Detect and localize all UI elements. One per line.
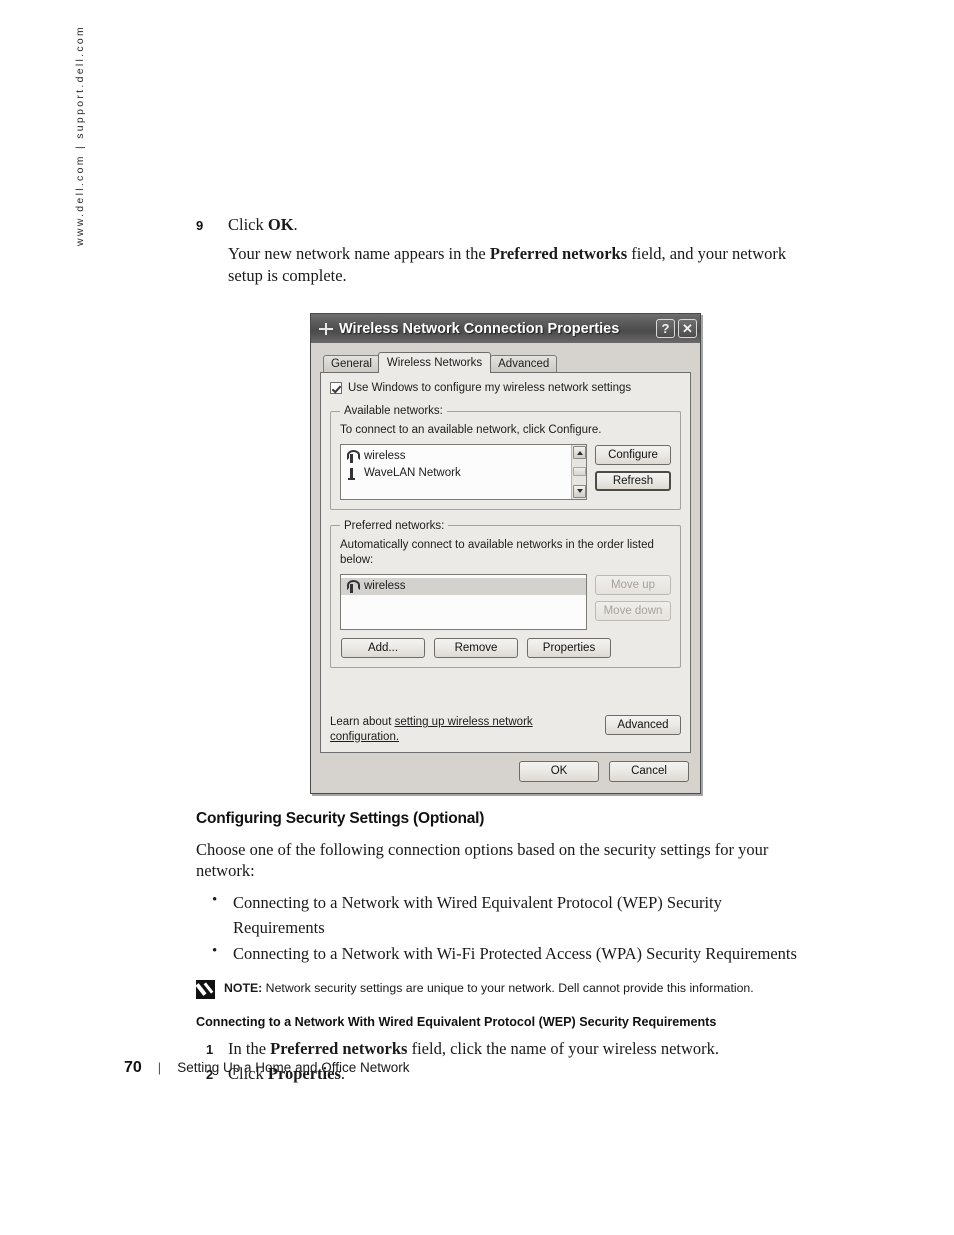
paragraph-bold-term: Preferred networks [489, 244, 628, 264]
preferred-networks-description: Automatically connect to available netwo… [340, 538, 654, 566]
add-button[interactable]: Add... [341, 637, 425, 658]
page-title: Configuring Security Settings (Optional) [196, 810, 485, 827]
learn-more-text: Learn about setting up wireless network … [330, 715, 565, 744]
page-number: 70 [124, 1059, 142, 1076]
available-network-name: wireless [364, 450, 406, 463]
page-footer: 70 | Setting Up a Home and Office Networ… [124, 1059, 410, 1077]
available-networks-listbox[interactable]: wireless WaveLAN Network [340, 443, 587, 500]
tab-strip: General Wireless Networks Advanced [320, 351, 691, 373]
tab-wireless-networks[interactable]: Wireless Networks [377, 352, 492, 373]
available-networks-legend: Available networks: [344, 405, 443, 417]
adhoc-network-icon [346, 467, 357, 480]
step-9-row: 9 Click OK. [196, 214, 804, 235]
close-icon[interactable]: ✕ [678, 319, 697, 338]
help-icon[interactable]: ? [656, 319, 675, 338]
top-steps-block: 9 Click OK. Your new network name appear… [196, 214, 804, 286]
access-point-icon [346, 449, 360, 463]
tab-general[interactable]: General [323, 355, 380, 372]
list-item: Connecting to a Network with Wired Equiv… [196, 889, 804, 941]
learn-more-prefix: Learn about [330, 716, 395, 729]
move-up-button[interactable]: Move up [595, 574, 671, 595]
access-point-icon [346, 579, 360, 593]
properties-button[interactable]: Properties [527, 637, 611, 658]
dialog-titlebar[interactable]: Wireless Network Connection Properties ?… [311, 314, 700, 343]
preferred-networks-listbox[interactable]: wireless [340, 573, 587, 630]
scrollbar-thumb[interactable] [572, 467, 586, 477]
preferred-network-name: wireless [364, 580, 406, 593]
available-networks-scrollbar[interactable] [571, 444, 586, 499]
footer-chapter-title: Setting Up a Home and Office Network [177, 1060, 410, 1075]
step-9-paragraph: Your new network name appears in the Pre… [228, 243, 800, 286]
use-windows-checkbox[interactable] [330, 382, 342, 394]
wep-step-1-row: 1 In the Preferred networks field, click… [196, 1038, 804, 1059]
scroll-down-icon[interactable] [572, 484, 586, 498]
section-intro: Choose one of the following connection o… [196, 840, 769, 881]
preferred-networks-items: wireless [341, 575, 586, 629]
note-text: NOTE: Network security settings are uniq… [224, 979, 754, 997]
available-networks-description: To connect to an available network, clic… [340, 424, 602, 436]
preferred-networks-side-buttons: Move up Move down [595, 574, 671, 621]
move-down-button[interactable]: Move down [595, 600, 671, 621]
note-label: NOTE: [224, 980, 263, 995]
cancel-button[interactable]: Cancel [609, 760, 689, 782]
refresh-button[interactable]: Refresh [595, 470, 671, 491]
use-windows-checkbox-label: Use Windows to configure my wireless net… [348, 382, 632, 394]
dialog-title: Wireless Network Connection Properties [339, 320, 620, 337]
note-pencil-icon [196, 979, 215, 999]
list-item[interactable]: wireless [341, 577, 586, 595]
wep-step-1-number: 1 [206, 1041, 214, 1057]
list-item: Connecting to a Network with Wi-Fi Prote… [196, 940, 804, 967]
dialog-footer: OK Cancel [311, 753, 700, 793]
preferred-networks-group: Preferred networks: Automatically connec… [330, 519, 681, 668]
note-body: Network security settings are unique to … [262, 980, 754, 995]
dialog-body: General Wireless Networks Advanced Use W… [311, 343, 700, 753]
learn-more-row: Learn about setting up wireless network … [330, 713, 681, 744]
step-9-text: Click OK. [228, 215, 298, 234]
wireless-network-connection-properties-dialog: Wireless Network Connection Properties ?… [310, 313, 701, 794]
configure-button[interactable]: Configure [595, 444, 671, 465]
note-callout: NOTE: Network security settings are uniq… [196, 979, 804, 999]
wep-step-1-part1: In the [228, 1038, 271, 1058]
wep-subheading: Connecting to a Network With Wired Equiv… [196, 1014, 717, 1029]
security-settings-section: Configuring Security Settings (Optional)… [196, 810, 804, 1088]
ok-button[interactable]: OK [519, 760, 599, 782]
paragraph-part-1: Your new network name appears in the [228, 244, 490, 264]
step-9-click-label: OK [267, 215, 294, 234]
list-item[interactable]: WaveLAN Network [341, 465, 571, 482]
step-9-number: 9 [196, 218, 204, 233]
available-networks-row: wireless WaveLAN Network Configure Refre… [340, 443, 671, 500]
wep-step-1-text: In the Preferred networks field, click t… [228, 1038, 719, 1059]
advanced-button[interactable]: Advanced [605, 715, 681, 736]
remove-button[interactable]: Remove [434, 637, 518, 658]
available-networks-buttons: Configure Refresh [595, 444, 671, 491]
wireless-networks-tab-panel: Use Windows to configure my wireless net… [320, 372, 691, 753]
preferred-networks-action-buttons: Add... Remove Properties [340, 637, 671, 658]
side-url-text: www.dell.com | support.dell.com [74, 24, 86, 246]
footer-separator: | [157, 1060, 162, 1075]
security-options-list: Connecting to a Network with Wired Equiv… [196, 889, 804, 967]
list-item[interactable]: wireless [341, 448, 571, 465]
use-windows-checkbox-row[interactable]: Use Windows to configure my wireless net… [330, 382, 681, 394]
available-networks-group: Available networks: To connect to an ava… [330, 405, 681, 510]
tab-advanced[interactable]: Advanced [490, 355, 558, 372]
dialog-screenshot: Wireless Network Connection Properties ?… [310, 313, 701, 794]
wep-step-1-bold: Preferred networks [270, 1038, 408, 1058]
network-connection-icon [318, 321, 334, 337]
preferred-networks-row: wireless Move up Move down [340, 573, 671, 630]
available-networks-items: wireless WaveLAN Network [341, 445, 571, 499]
side-url-rule: www.dell.com | support.dell.com [74, 6, 96, 246]
preferred-networks-legend: Preferred networks: [344, 519, 445, 532]
scroll-up-icon[interactable] [572, 445, 586, 459]
available-network-name: WaveLAN Network [364, 467, 461, 480]
wep-step-1-part2: field, click the name of your wireless n… [407, 1038, 720, 1058]
